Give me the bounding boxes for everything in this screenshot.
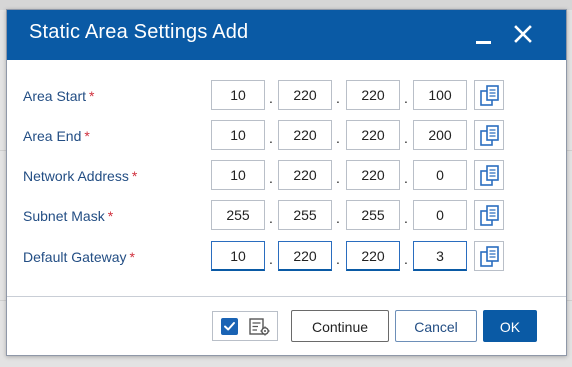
- dialog-title: Static Area Settings Add: [29, 21, 249, 43]
- ip-separator: .: [336, 90, 340, 106]
- copy-icon: [480, 205, 499, 226]
- ok-button[interactable]: OK: [483, 310, 537, 342]
- area-start-row: Area Start* . . .: [7, 79, 566, 113]
- ip-separator: .: [269, 90, 273, 106]
- close-icon: [514, 25, 532, 43]
- subnet-mask-octet-4[interactable]: [413, 200, 467, 230]
- required-marker: *: [131, 168, 138, 184]
- area-start-octet-2[interactable]: [278, 80, 332, 110]
- dialog-title-bar: Static Area Settings Add: [7, 10, 566, 60]
- required-marker: *: [84, 128, 90, 144]
- area-start-octet-3[interactable]: [346, 80, 400, 110]
- default-gateway-octet-1[interactable]: [211, 241, 265, 271]
- network-address-octet-1[interactable]: [211, 160, 265, 190]
- network-address-copy-button[interactable]: [474, 160, 504, 190]
- area-end-row: Area End* . . .: [7, 119, 566, 153]
- list-settings-icon[interactable]: [249, 317, 271, 337]
- minimize-button[interactable]: [473, 24, 495, 46]
- area-start-label: Area Start *: [23, 88, 95, 104]
- ip-separator: .: [404, 210, 408, 226]
- footer-options-group: [212, 311, 278, 341]
- area-end-octet-3[interactable]: [346, 120, 400, 150]
- copy-icon: [480, 85, 499, 106]
- network-address-row: Network Address* . . .: [7, 159, 566, 193]
- ip-separator: .: [404, 90, 408, 106]
- area-end-octet-4[interactable]: [413, 120, 467, 150]
- ip-separator: .: [336, 210, 340, 226]
- ip-separator: .: [269, 170, 273, 186]
- ip-separator: .: [404, 170, 408, 186]
- close-button[interactable]: [511, 22, 535, 46]
- area-start-copy-button[interactable]: [474, 80, 504, 110]
- area-end-label: Area End *: [23, 128, 90, 144]
- network-address-octet-2[interactable]: [278, 160, 332, 190]
- subnet-mask-label: Subnet Mask *: [23, 208, 114, 224]
- network-address-octet-4[interactable]: [413, 160, 467, 190]
- required-marker: *: [107, 208, 114, 224]
- required-marker: *: [129, 249, 135, 265]
- area-end-octet-2[interactable]: [278, 120, 332, 150]
- network-address-octet-3[interactable]: [346, 160, 400, 190]
- default-gateway-octet-3[interactable]: [346, 241, 400, 271]
- subnet-mask-octet-1[interactable]: [211, 200, 265, 230]
- default-gateway-octet-2[interactable]: [278, 241, 332, 271]
- ip-separator: .: [269, 210, 273, 226]
- checkmark-icon: [224, 322, 235, 331]
- ip-separator: .: [269, 251, 273, 267]
- copy-icon: [480, 165, 499, 186]
- ip-separator: .: [336, 251, 340, 267]
- default-gateway-octet-4[interactable]: [413, 241, 467, 271]
- ip-separator: .: [336, 170, 340, 186]
- ip-separator: .: [269, 130, 273, 146]
- ip-separator: .: [336, 130, 340, 146]
- area-start-octet-1[interactable]: [211, 80, 265, 110]
- area-end-copy-button[interactable]: [474, 120, 504, 150]
- static-area-settings-dialog: Static Area Settings Add Area Start* . .…: [6, 9, 567, 356]
- subnet-mask-copy-button[interactable]: [474, 200, 504, 230]
- keep-open-checkbox[interactable]: [221, 318, 238, 335]
- ip-separator: .: [404, 251, 408, 267]
- area-start-octet-4[interactable]: [413, 80, 467, 110]
- cancel-button[interactable]: Cancel: [395, 310, 477, 342]
- subnet-mask-row: Subnet Mask* . . .: [7, 199, 566, 233]
- continue-button[interactable]: Continue: [291, 310, 389, 342]
- copy-icon: [480, 125, 499, 146]
- minimize-icon: [476, 41, 491, 44]
- area-end-octet-1[interactable]: [211, 120, 265, 150]
- default-gateway-row: Default Gateway* . . .: [7, 240, 566, 274]
- ip-separator: .: [404, 130, 408, 146]
- default-gateway-label: Default Gateway *: [23, 249, 135, 265]
- copy-icon: [480, 246, 499, 267]
- default-gateway-copy-button[interactable]: [474, 241, 504, 271]
- subnet-mask-octet-2[interactable]: [278, 200, 332, 230]
- footer-divider: [7, 296, 566, 297]
- required-marker: *: [89, 88, 95, 104]
- subnet-mask-octet-3[interactable]: [346, 200, 400, 230]
- network-address-label: Network Address *: [23, 168, 138, 184]
